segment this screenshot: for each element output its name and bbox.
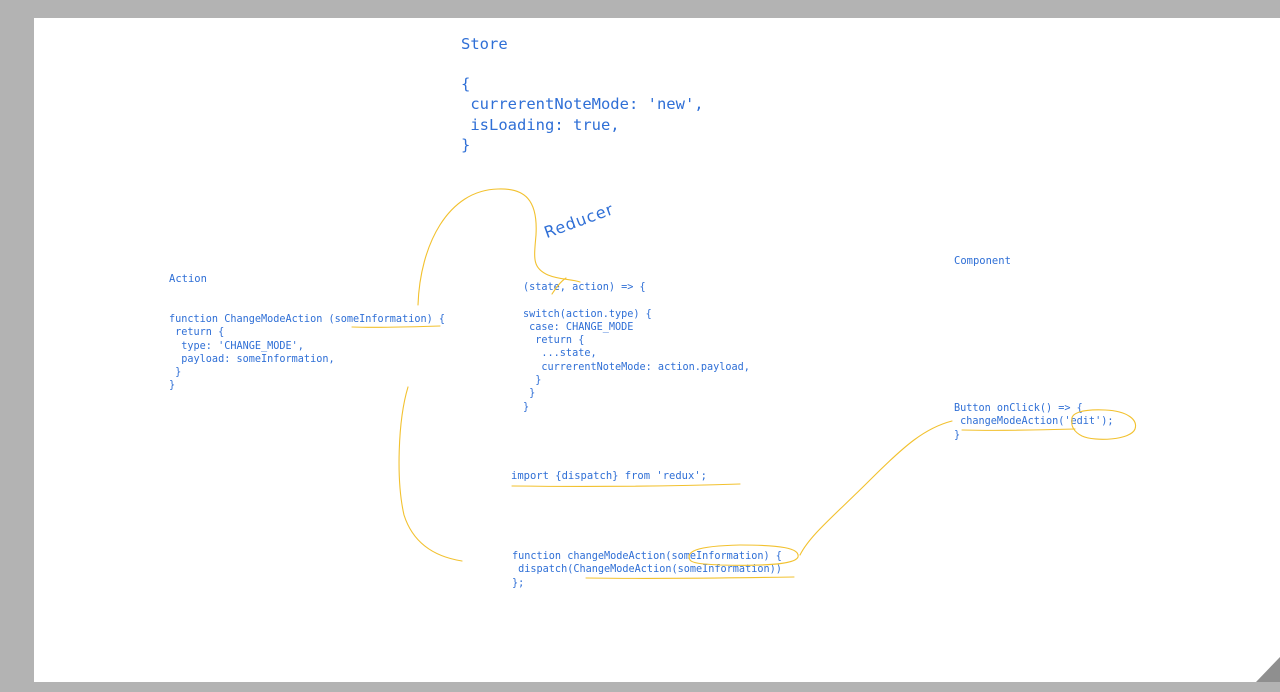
action-title: Action [169,273,207,285]
store-title: Store [461,35,508,53]
action-creator-code: function ChangeModeAction (someInformati… [169,314,446,392]
import-statement: import {dispatch} from 'redux'; [511,470,707,482]
store-state-code: { currerentNoteMode: 'new', isLoading: t… [461,75,704,154]
component-code: Button onClick() => { changeModeAction('… [954,403,1114,441]
dispatch-function-code: function changeModeAction(someInformatio… [512,551,782,589]
component-title: Component [954,255,1011,267]
reducer-code: (state, action) => { switch(action.type)… [523,282,750,413]
